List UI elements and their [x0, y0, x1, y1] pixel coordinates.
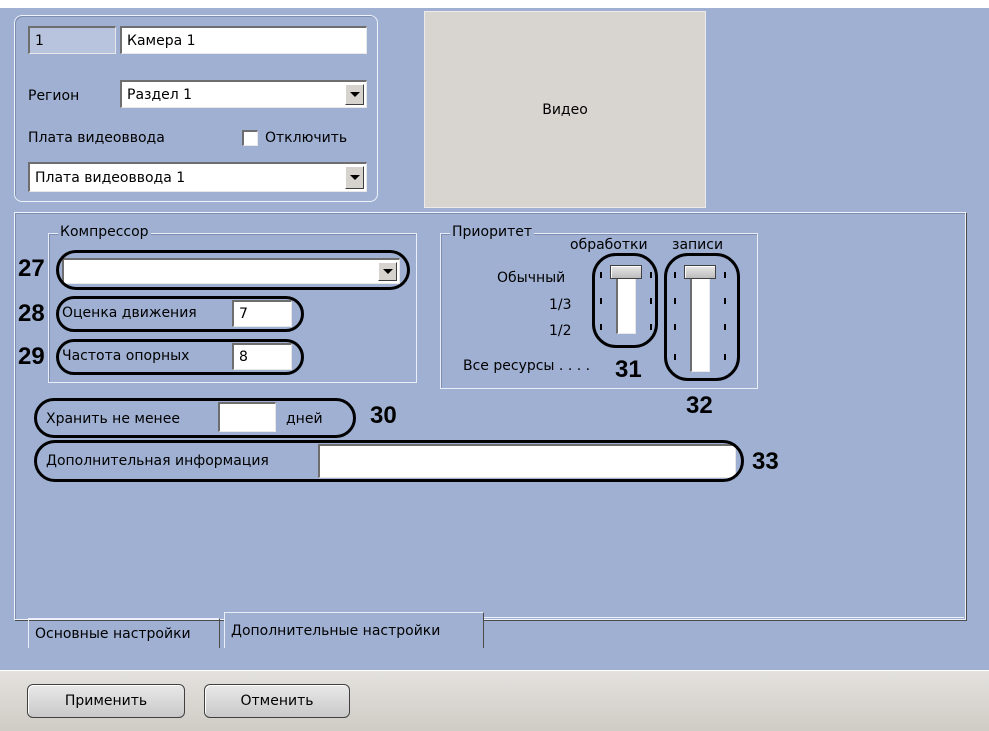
callout-32: 32 — [686, 392, 713, 419]
region-value: Раздел 1 — [127, 86, 193, 103]
processing-slider[interactable] — [598, 262, 656, 342]
priority-level-1-2: 1/2 — [549, 323, 572, 339]
disable-checkbox[interactable] — [242, 130, 258, 146]
callout-30: 30 — [370, 402, 397, 429]
callout-33: 33 — [752, 448, 779, 475]
tab-extra-settings[interactable]: Дополнительные настройки — [224, 612, 484, 648]
storage-label: Хранить не менее — [46, 411, 180, 427]
storage-days-field[interactable] — [218, 402, 276, 432]
priority-level-1-3: 1/3 — [549, 297, 572, 313]
recording-slider-thumb[interactable] — [684, 265, 716, 279]
camera-name-value: Камера 1 — [127, 32, 196, 49]
storage-unit: дней — [286, 411, 323, 427]
region-select[interactable]: Раздел 1 — [120, 80, 367, 108]
camera-name-field[interactable]: Камера 1 — [120, 26, 367, 54]
priority-level-normal: Обычный — [497, 270, 566, 286]
camera-id-value: 1 — [35, 32, 44, 49]
processing-slider-thumb[interactable] — [610, 265, 642, 279]
apply-button[interactable]: Применить — [27, 684, 185, 718]
disable-label: Отключить — [265, 130, 348, 146]
motion-value: 7 — [239, 306, 248, 322]
region-dropdown-button[interactable] — [345, 84, 364, 105]
priority-title: Приоритет — [450, 224, 534, 240]
tab-basic-label: Основные настройки — [35, 625, 191, 642]
camera-id-field[interactable]: 1 — [28, 26, 116, 54]
chevron-down-icon — [349, 92, 360, 97]
keyframe-field[interactable]: 8 — [232, 343, 292, 370]
chevron-down-icon — [382, 269, 393, 274]
recording-label: записи — [672, 237, 724, 253]
capture-card-value: Плата видеоввода 1 — [35, 169, 186, 186]
capture-card-dropdown-button[interactable] — [345, 166, 364, 189]
tab-strip-line — [484, 617, 964, 618]
keyframe-label: Частота опорных — [62, 348, 190, 364]
capture-card-select[interactable]: Плата видеоввода 1 — [28, 162, 367, 192]
top-strip — [0, 0, 989, 8]
motion-field[interactable]: 7 — [232, 300, 292, 327]
region-label: Регион — [28, 88, 80, 104]
keyframe-value: 8 — [239, 349, 248, 365]
motion-label: Оценка движения — [62, 305, 197, 321]
callout-29: 29 — [18, 343, 45, 370]
processing-label: обработки — [570, 237, 648, 253]
processing-slider-track — [616, 274, 636, 334]
callout-28: 28 — [18, 300, 45, 327]
apply-label: Применить — [64, 693, 148, 709]
extra-info-label: Дополнительная информация — [46, 453, 269, 469]
video-label: Видео — [542, 101, 588, 118]
callout-31: 31 — [615, 356, 642, 383]
tab-extra-label: Дополнительные настройки — [231, 622, 441, 639]
compressor-dropdown-button[interactable] — [378, 262, 397, 281]
compressor-select[interactable] — [62, 258, 400, 284]
recording-slider-track — [690, 274, 710, 372]
chevron-down-icon — [349, 175, 360, 180]
capture-card-label: Плата видеоввода — [28, 130, 165, 146]
cancel-button[interactable]: Отменить — [204, 684, 350, 718]
extra-info-field[interactable] — [318, 444, 736, 478]
video-preview: Видео — [424, 11, 706, 208]
tab-basic-settings[interactable]: Основные настройки — [28, 618, 220, 648]
recording-slider[interactable] — [672, 262, 730, 374]
callout-27: 27 — [18, 255, 45, 282]
cancel-label: Отменить — [240, 693, 314, 709]
compressor-title: Компрессор — [58, 224, 151, 240]
priority-all-resources: Все ресурсы . . . . — [463, 358, 591, 374]
